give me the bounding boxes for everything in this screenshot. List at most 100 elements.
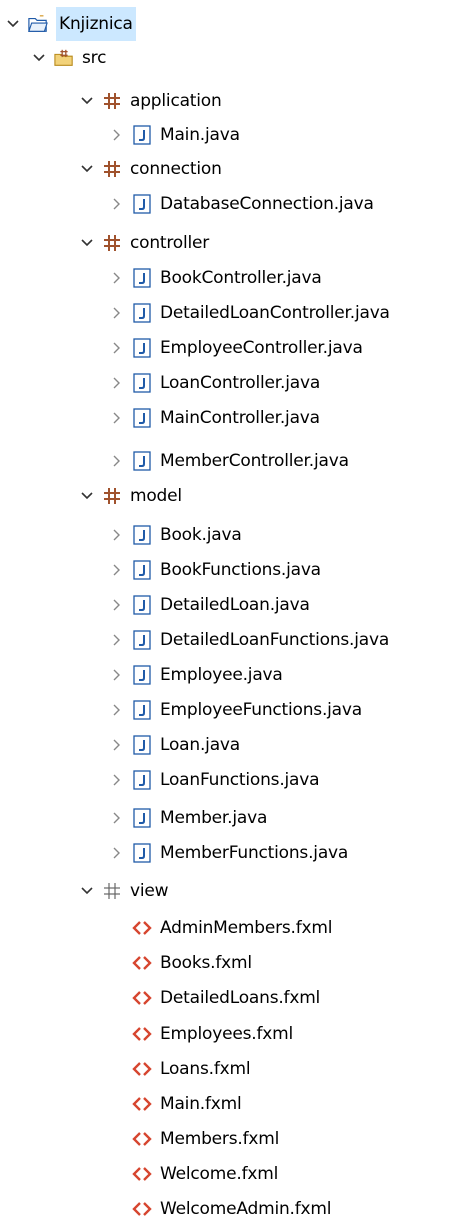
file-label: MainController.java xyxy=(160,408,320,428)
tree-item-file[interactable]: MemberFunctions.java xyxy=(110,836,348,870)
java-file-icon xyxy=(132,338,152,358)
file-label: BookController.java xyxy=(160,268,322,288)
chevron-right-icon[interactable] xyxy=(110,187,124,221)
chevron-right-icon[interactable] xyxy=(110,588,124,622)
chevron-right-icon[interactable] xyxy=(110,401,124,435)
file-label: LoanFunctions.java xyxy=(160,770,320,790)
tree-item-file[interactable]: Loan.java xyxy=(110,728,240,762)
file-label: DetailedLoanFunctions.java xyxy=(160,630,390,650)
package-label: application xyxy=(130,91,222,111)
chevron-down-icon[interactable] xyxy=(80,84,94,118)
file-label: DatabaseConnection.java xyxy=(160,194,374,214)
tree-item-file[interactable]: Employees.fxml xyxy=(132,1017,293,1051)
tree-item-file[interactable]: Main.java xyxy=(110,118,240,152)
tree-item-file[interactable]: BookFunctions.java xyxy=(110,553,321,587)
tree-item-src[interactable]: src xyxy=(32,41,106,75)
tree-item-file[interactable]: AdminMembers.fxml xyxy=(132,911,332,945)
file-label: DetailedLoan.java xyxy=(160,595,310,615)
java-file-icon xyxy=(132,525,152,545)
chevron-right-icon[interactable] xyxy=(110,366,124,400)
chevron-right-icon[interactable] xyxy=(110,836,124,870)
package-icon xyxy=(102,233,122,253)
tree-item-file[interactable]: MemberController.java xyxy=(110,444,349,478)
tree-item-file[interactable]: Members.fxml xyxy=(132,1122,279,1156)
java-file-icon xyxy=(132,735,152,755)
file-label: MemberController.java xyxy=(160,451,349,471)
folder-label: view xyxy=(130,881,169,901)
package-icon xyxy=(102,486,122,506)
java-file-icon xyxy=(132,268,152,288)
java-file-icon xyxy=(132,125,152,145)
file-label: WelcomeAdmin.fxml xyxy=(160,1199,332,1219)
tree-item-package-connection[interactable]: connection xyxy=(80,152,222,186)
tree-item-file[interactable]: DetailedLoanController.java xyxy=(110,296,390,330)
tree-item-file[interactable]: EmployeeFunctions.java xyxy=(110,693,362,727)
tree-item-file[interactable]: Loans.fxml xyxy=(132,1052,251,1086)
chevron-right-icon[interactable] xyxy=(110,331,124,365)
java-file-icon xyxy=(132,808,152,828)
java-file-icon xyxy=(132,630,152,650)
tree-item-project[interactable]: Knjiznica xyxy=(6,7,136,41)
chevron-right-icon[interactable] xyxy=(110,623,124,657)
tree-item-file[interactable]: DetailedLoan.java xyxy=(110,588,310,622)
java-file-icon xyxy=(132,770,152,790)
file-label: LoanController.java xyxy=(160,373,321,393)
chevron-right-icon[interactable] xyxy=(110,693,124,727)
tree-item-file[interactable]: BookController.java xyxy=(110,261,322,295)
chevron-right-icon[interactable] xyxy=(110,801,124,835)
tree-item-file[interactable]: MainController.java xyxy=(110,401,320,435)
chevron-right-icon[interactable] xyxy=(110,728,124,762)
fxml-file-icon xyxy=(132,1059,152,1079)
chevron-right-icon[interactable] xyxy=(110,658,124,692)
file-label: MemberFunctions.java xyxy=(160,843,349,863)
tree-item-file[interactable]: Books.fxml xyxy=(132,946,252,980)
tree-item-file[interactable]: Employee.java xyxy=(110,658,283,692)
tree-item-file[interactable]: Main.fxml xyxy=(132,1087,242,1121)
chevron-right-icon[interactable] xyxy=(110,444,124,478)
java-file-icon xyxy=(132,595,152,615)
chevron-down-icon[interactable] xyxy=(6,7,20,41)
tree-item-file[interactable]: WelcomeAdmin.fxml xyxy=(132,1192,331,1226)
chevron-right-icon[interactable] xyxy=(110,296,124,330)
chevron-right-icon[interactable] xyxy=(110,261,124,295)
file-label: EmployeeFunctions.java xyxy=(160,700,362,720)
tree-item-file[interactable]: LoanController.java xyxy=(110,366,320,400)
fxml-file-icon xyxy=(132,1199,152,1219)
fxml-file-icon xyxy=(132,988,152,1008)
package-icon xyxy=(102,159,122,179)
tree-item-file[interactable]: Book.java xyxy=(110,518,242,552)
file-label: Employee.java xyxy=(160,665,283,685)
java-file-icon xyxy=(132,373,152,393)
tree-item-file[interactable]: DatabaseConnection.java xyxy=(110,187,374,221)
chevron-right-icon[interactable] xyxy=(110,763,124,797)
chevron-right-icon[interactable] xyxy=(110,118,124,152)
chevron-down-icon[interactable] xyxy=(32,41,46,75)
tree-item-file[interactable]: Welcome.fxml xyxy=(132,1157,278,1191)
package-label: connection xyxy=(130,159,222,179)
tree-item-file[interactable]: DetailedLoanFunctions.java xyxy=(110,623,389,657)
src-label: src xyxy=(82,48,107,68)
chevron-down-icon[interactable] xyxy=(80,874,94,908)
tree-item-file[interactable]: Member.java xyxy=(110,801,267,835)
chevron-right-icon[interactable] xyxy=(110,553,124,587)
tree-item-file[interactable]: EmployeeController.java xyxy=(110,331,363,365)
chevron-down-icon[interactable] xyxy=(80,152,94,186)
tree-item-package-model[interactable]: model xyxy=(80,479,182,513)
tree-item-folder-view[interactable]: view xyxy=(80,874,169,908)
file-label: BookFunctions.java xyxy=(160,560,321,580)
tree-item-package-controller[interactable]: controller xyxy=(80,226,209,260)
file-label: Members.fxml xyxy=(160,1129,280,1149)
fxml-file-icon xyxy=(132,1024,152,1044)
fxml-file-icon xyxy=(132,1164,152,1184)
file-label: EmployeeController.java xyxy=(160,338,363,358)
chevron-right-icon[interactable] xyxy=(110,518,124,552)
file-label: Welcome.fxml xyxy=(160,1164,279,1184)
java-file-icon xyxy=(132,700,152,720)
java-file-icon xyxy=(132,451,152,471)
chevron-down-icon[interactable] xyxy=(80,479,94,513)
tree-item-package-application[interactable]: application xyxy=(80,84,222,118)
chevron-down-icon[interactable] xyxy=(80,226,94,260)
java-file-icon xyxy=(132,408,152,428)
tree-item-file[interactable]: DetailedLoans.fxml xyxy=(132,981,320,1015)
tree-item-file[interactable]: LoanFunctions.java xyxy=(110,763,320,797)
